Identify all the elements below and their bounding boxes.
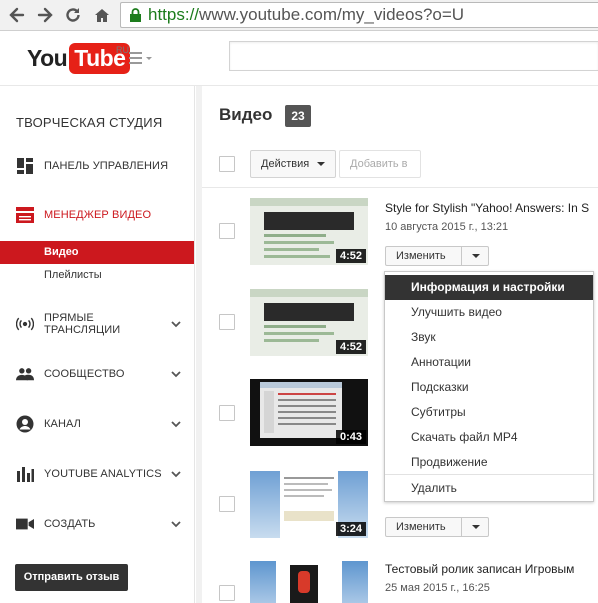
guide-menu-icon[interactable] <box>129 51 153 65</box>
main-gutter <box>196 86 202 603</box>
video-title[interactable]: Тестовый ролик записан Игровым <box>385 562 598 576</box>
caret-down-icon[interactable] <box>472 254 480 258</box>
chevron-down-icon[interactable] <box>171 469 181 481</box>
duration-badge: 4:52 <box>335 340 366 354</box>
video-checkbox[interactable] <box>219 585 235 601</box>
sidebar-item-create[interactable]: СОЗДАТЬ <box>0 513 195 535</box>
menu-item-annotations[interactable]: Аннотации <box>385 350 593 375</box>
edit-button[interactable]: Изменить <box>385 246 489 266</box>
creator-studio-sidebar: ТВОРЧЕСКАЯ СТУДИЯ ПАНЕЛЬ УПРАВЛЕНИЯ МЕНЕ… <box>0 86 195 603</box>
sidebar-item-dashboard[interactable]: ПАНЕЛЬ УПРАВЛЕНИЯ <box>0 155 195 177</box>
sidebar-item-video-manager[interactable]: МЕНЕДЖЕР ВИДЕО <box>0 204 195 226</box>
video-count-badge: 23 <box>285 105 311 127</box>
home-icon[interactable] <box>91 4 113 26</box>
duration-badge: 4:52 <box>335 249 366 263</box>
url-text: https://www.youtube.com/my_videos?o=U <box>148 5 465 24</box>
reload-icon[interactable] <box>62 4 84 26</box>
sidebar-subitem-videos[interactable]: Видео <box>0 241 194 264</box>
menu-item-promotion[interactable]: Продвижение <box>385 450 593 475</box>
address-bar[interactable]: https://www.youtube.com/my_videos?o=U <box>120 2 598 28</box>
chevron-down-icon[interactable] <box>171 369 181 381</box>
sidebar-item-channel[interactable]: КАНАЛ <box>0 413 195 435</box>
video-thumbnail[interactable]: 0:43 <box>250 379 368 446</box>
menu-item-info-settings[interactable]: Информация и настройки <box>385 275 593 300</box>
live-icon <box>16 315 34 333</box>
sidebar-item-community[interactable]: СООБЩЕСТВО <box>0 363 195 385</box>
youtube-logo[interactable]: You Tube RU <box>27 42 131 75</box>
sidebar-subitem-playlists[interactable]: Плейлисты <box>0 264 194 287</box>
send-feedback-button[interactable]: Отправить отзыв <box>15 564 128 591</box>
caret-down-icon[interactable] <box>472 525 480 529</box>
menu-divider <box>385 474 593 475</box>
browser-toolbar: https://www.youtube.com/my_videos?o=U <box>0 0 598 31</box>
select-all-checkbox[interactable] <box>219 156 235 172</box>
menu-item-subtitles[interactable]: Субтитры <box>385 400 593 425</box>
dashboard-icon <box>16 157 34 175</box>
video-date: 10 августа 2015 г., 13:21 <box>385 221 509 233</box>
analytics-icon <box>16 465 34 483</box>
add-to-button[interactable]: Добавить в <box>339 150 421 178</box>
menu-item-audio[interactable]: Звук <box>385 325 593 350</box>
duration-badge: 0:43 <box>335 430 366 444</box>
menu-item-delete[interactable]: Удалить <box>385 476 593 501</box>
video-checkbox[interactable] <box>219 405 235 421</box>
video-checkbox[interactable] <box>219 223 235 239</box>
video-date: 25 мая 2015 г., 16:25 <box>385 582 490 594</box>
sidebar-item-live[interactable]: ПРЯМЫЕ ТРАНСЛЯЦИИ <box>0 311 195 337</box>
community-icon <box>16 365 34 383</box>
chevron-down-icon[interactable] <box>171 519 181 531</box>
video-thumbnail[interactable]: 4:52 <box>250 289 368 356</box>
lock-icon <box>129 8 142 28</box>
page-title: Видео <box>219 105 273 124</box>
video-checkbox[interactable] <box>219 496 235 512</box>
forward-icon[interactable] <box>34 4 56 26</box>
menu-item-download-mp4[interactable]: Скачать файл MP4 <box>385 425 593 450</box>
caret-down-icon <box>317 162 325 166</box>
video-thumbnail[interactable]: 4:52 <box>250 198 368 265</box>
chevron-down-icon[interactable] <box>171 319 181 331</box>
edit-button[interactable]: Изменить <box>385 517 489 537</box>
video-title[interactable]: Style for Stylish "Yahoo! Answers: In S <box>385 201 598 215</box>
channel-icon <box>16 415 34 433</box>
sidebar-item-analytics[interactable]: YOUTUBE ANALYTICS <box>0 463 195 485</box>
video-checkbox[interactable] <box>219 314 235 330</box>
menu-item-enhance[interactable]: Улучшить видео <box>385 300 593 325</box>
video-manager-icon <box>16 206 34 224</box>
search-input[interactable] <box>229 41 598 71</box>
youtube-header: You Tube RU <box>0 31 598 86</box>
divider <box>202 187 598 188</box>
chevron-down-icon[interactable] <box>171 419 181 431</box>
edit-dropdown-menu: Информация и настройки Улучшить видео Зв… <box>384 271 594 502</box>
create-icon <box>16 515 34 533</box>
duration-badge: 3:24 <box>335 522 366 536</box>
video-thumbnail[interactable]: 3:24 <box>250 471 368 538</box>
menu-item-cards[interactable]: Подсказки <box>385 375 593 400</box>
sidebar-title: ТВОРЧЕСКАЯ СТУДИЯ <box>16 115 163 130</box>
video-thumbnail[interactable] <box>250 561 368 603</box>
back-icon[interactable] <box>6 4 28 26</box>
actions-button[interactable]: Действия <box>250 150 336 178</box>
